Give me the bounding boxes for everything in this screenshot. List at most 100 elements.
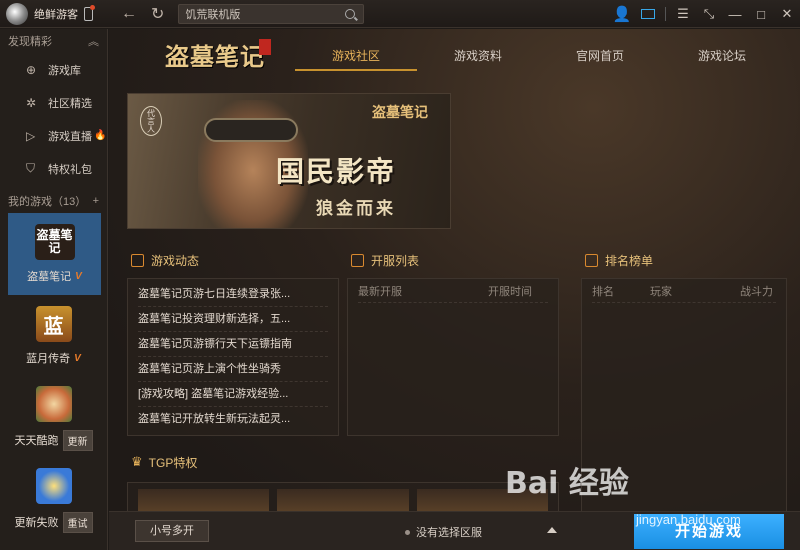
col-power: 战斗力 (740, 285, 773, 298)
my-games-label: 我的游戏（13） (8, 196, 87, 208)
user-icon[interactable]: 👤 (609, 5, 635, 23)
search-input[interactable] (185, 7, 336, 20)
news-item[interactable]: 盗墓笔记页游镖行天下运镖指南 (138, 332, 328, 357)
game-tile-daomu[interactable]: 盗墓笔记 盗墓笔记 V (8, 213, 101, 295)
main-content: 盗墓笔记 游戏社区 游戏资料 官网首页 游戏论坛 代言人 盗墓笔记 国民影帝 狼… (109, 29, 800, 550)
brand-seal (259, 39, 271, 55)
baidu-watermark: Bai 经验 (505, 466, 629, 501)
tab-forum[interactable]: 游戏论坛 (661, 29, 783, 71)
ranking-columns: 排名 玩家 战斗力 (592, 279, 776, 303)
avatar[interactable] (6, 2, 28, 25)
vip-icon: V (75, 270, 82, 282)
news-header: 游戏动态 (131, 250, 199, 270)
retry-button[interactable]: 重试 (62, 511, 93, 533)
servers-panel: 最新开服 开服时间 (347, 278, 559, 436)
promo-banner[interactable]: 代言人 盗墓笔记 国民影帝 狼金而来 (127, 93, 451, 229)
tab-community[interactable]: 游戏社区 (295, 29, 417, 71)
server-status-text: 没有选择区服 (416, 527, 482, 539)
maximize-icon[interactable]: □ (748, 7, 774, 22)
sidebar-item-gift[interactable]: ⛉ 特权礼包 (0, 152, 107, 185)
brand-logo: 盗墓笔记 (165, 42, 265, 71)
banner-title: 盗墓笔记 (372, 105, 428, 121)
servers-title: 开服列表 (371, 253, 420, 268)
news-item[interactable]: [游戏攻略] 盗墓笔记游戏经验... (138, 382, 328, 407)
game-library-icon: ⊕ (26, 62, 37, 77)
watermark-url: jingyan.baidu.com (636, 512, 741, 527)
search-icon[interactable] (345, 8, 356, 19)
my-games-section: 我的游戏（13） + (0, 189, 107, 213)
game-logo: 蓝 (35, 306, 72, 342)
refresh-icon[interactable]: ↻ (151, 4, 164, 24)
ranking-header: 排名榜单 (585, 250, 653, 270)
news-item[interactable]: 盗墓笔记页游上演个性坐骑秀 (138, 357, 328, 382)
username[interactable]: 绝鲜游客 (34, 6, 78, 22)
sidebar-item-label: 社区精选 (48, 97, 92, 110)
news-item[interactable]: 盗墓笔记开放转生新玩法起灵... (138, 407, 328, 432)
game-logo (35, 467, 72, 504)
sidebar: 发现精彩 ︽ ⊕ 游戏库 ✲ 社区精选 ▷ 游戏直播 🔥 ⛉ 特权礼包 我的游戏… (0, 29, 108, 550)
banner-goggles (204, 118, 298, 142)
shrink-icon[interactable]: ⤡ (696, 6, 722, 22)
community-icon: ✲ (26, 95, 37, 110)
game-logo: 盗墓笔记 (34, 224, 75, 260)
news-item[interactable]: 盗墓笔记页游七日连续登录张... (138, 282, 328, 307)
news-icon (131, 253, 144, 267)
update-button[interactable]: 更新 (62, 429, 93, 451)
col-time: 开服时间 (488, 285, 532, 298)
col-rank: 排名 (592, 285, 614, 298)
game-name: 天天酷跑 更新 (14, 429, 93, 451)
fire-icon: 🔥 (94, 130, 107, 141)
news-title: 游戏动态 (151, 253, 200, 268)
tgp-header: ♛ TGP特权 (131, 452, 197, 472)
server-select[interactable]: 没有选择区服 (405, 524, 482, 540)
phone-icon[interactable] (84, 4, 95, 21)
game-name: 盗墓笔记 V (27, 268, 82, 284)
tabs: 游戏社区 游戏资料 官网首页 游戏论坛 (295, 29, 783, 71)
add-game-icon[interactable]: + (93, 195, 99, 207)
search-box[interactable] (178, 3, 365, 24)
sidebar-item-label: 特权礼包 (48, 163, 92, 176)
sidebar-item-community[interactable]: ✲ 社区精选 (0, 86, 107, 119)
vip-icon: V (74, 352, 81, 364)
news-item[interactable]: 盗墓笔记投资理财新选择，五... (138, 307, 328, 332)
crown-icon: ♛ (131, 454, 143, 469)
minimize-icon[interactable]: — (722, 7, 748, 22)
collapse-icon[interactable]: ︽ (88, 33, 99, 49)
game-name-text: 更新失败 (14, 517, 59, 529)
col-latest: 最新开服 (358, 285, 402, 298)
game-name-text: 天天酷跑 (14, 435, 59, 447)
menu-icon[interactable]: ☰ (670, 6, 696, 22)
game-logo (35, 385, 72, 422)
window-controls: 👤 ☰ ⤡ — □ ✕ (609, 0, 800, 28)
caret-up-icon[interactable] (547, 527, 557, 533)
servers-columns: 最新开服 开服时间 (358, 279, 548, 303)
game-tile-lanyue[interactable]: 蓝 蓝月传奇 V (0, 295, 107, 377)
star-icon (585, 253, 598, 267)
servers-header: 开服列表 (351, 250, 419, 270)
tgp-thumb[interactable] (138, 489, 270, 513)
game-tile-failed[interactable]: 更新失败 重试 (0, 459, 107, 541)
tgp-privileges (127, 482, 559, 513)
sidebar-item-label: 游戏库 (48, 64, 81, 77)
mail-icon (641, 8, 655, 19)
close-icon[interactable]: ✕ (774, 6, 800, 22)
mail-button[interactable] (635, 7, 661, 22)
game-name: 更新失败 重试 (14, 511, 93, 533)
status-dot (405, 529, 410, 535)
news-panel: 盗墓笔记页游七日连续登录张... 盗墓笔记投资理财新选择，五... 盗墓笔记页游… (127, 278, 339, 436)
tgp-thumb[interactable] (277, 489, 409, 513)
game-tile-tiantian[interactable]: 天天酷跑 更新 (0, 377, 107, 459)
banner-subtitle: 狼金而来 (316, 199, 396, 219)
discover-label: 发现精彩 (8, 36, 52, 48)
sidebar-item-game-library[interactable]: ⊕ 游戏库 (0, 53, 107, 86)
title-bar: 绝鲜游客 ← ↻ 👤 ☰ ⤡ — □ ✕ (0, 0, 800, 28)
tab-official-site[interactable]: 官网首页 (539, 29, 661, 71)
back-icon[interactable]: ← (121, 5, 137, 23)
divider (665, 7, 666, 21)
tgp-title: TGP特权 (148, 455, 198, 470)
sidebar-item-live[interactable]: ▷ 游戏直播 🔥 (0, 119, 107, 152)
sidebar-item-label: 游戏直播 (48, 130, 92, 143)
game-name-text: 盗墓笔记 (27, 271, 72, 283)
tab-info[interactable]: 游戏资料 (417, 29, 539, 71)
multi-account-button[interactable]: 小号多开 (135, 520, 209, 542)
